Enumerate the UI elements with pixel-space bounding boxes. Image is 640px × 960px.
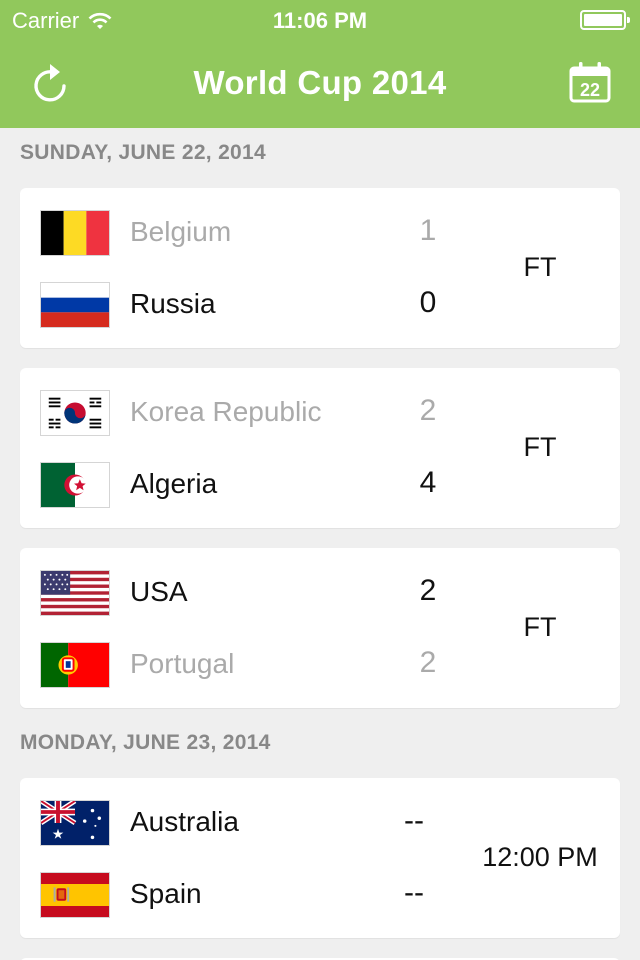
belgium-flag-icon bbox=[40, 210, 110, 256]
team-name: Australia bbox=[130, 806, 239, 837]
match-card[interactable]: Belgium 1 Russia 0 FT bbox=[20, 188, 620, 348]
team-name: Korea Republic bbox=[130, 396, 322, 427]
team-score: 2 bbox=[419, 394, 437, 427]
match-status: FT bbox=[523, 612, 557, 642]
team-score: -- bbox=[404, 804, 424, 837]
team-score: 1 bbox=[419, 214, 437, 247]
spain-flag-icon bbox=[40, 872, 110, 918]
team-score: 2 bbox=[419, 574, 437, 607]
match-status: 12:00 PM bbox=[482, 842, 598, 872]
russia-flag-icon bbox=[40, 282, 110, 328]
calendar-icon[interactable]: 22 bbox=[568, 60, 612, 104]
battery-icon bbox=[580, 10, 630, 30]
section-date-monday: MONDAY, JUNE 23, 2014 bbox=[20, 731, 271, 754]
status-bar: Carrier 11:06 PM bbox=[0, 0, 640, 40]
team-name: USA bbox=[130, 576, 188, 607]
match-status: FT bbox=[523, 432, 557, 462]
algeria-flag-icon bbox=[40, 462, 110, 508]
korea-flag-icon bbox=[40, 390, 110, 436]
page-title: World Cup 2014 bbox=[193, 64, 447, 101]
calendar-day-label: 22 bbox=[580, 80, 600, 100]
match-card[interactable]: USA 2 Portugal 2 FT bbox=[20, 548, 620, 708]
team-name: Spain bbox=[130, 878, 202, 909]
clock: 11:06 PM bbox=[272, 8, 368, 33]
section-date-sunday: SUNDAY, JUNE 22, 2014 bbox=[20, 141, 266, 164]
team-score: 0 bbox=[419, 286, 437, 319]
team-name: Algeria bbox=[130, 468, 218, 499]
team-score: -- bbox=[404, 876, 424, 909]
australia-flag-icon bbox=[40, 800, 110, 846]
team-score: 2 bbox=[419, 646, 437, 679]
nav-header: Carrier 11:06 PM World Cup 2014 22 bbox=[0, 0, 640, 128]
match-status: FT bbox=[523, 252, 557, 282]
usa-flag-icon bbox=[40, 570, 110, 616]
match-card[interactable]: Australia -- Spain -- 12:00 PM bbox=[20, 778, 620, 938]
team-score: 4 bbox=[419, 466, 437, 499]
team-name: Russia bbox=[130, 288, 216, 319]
match-card[interactable]: Korea Republic 2 Algeria 4 FT bbox=[20, 368, 620, 528]
portugal-flag-icon bbox=[40, 642, 110, 688]
team-name: Belgium bbox=[130, 216, 232, 247]
team-name: Portugal bbox=[130, 648, 235, 679]
